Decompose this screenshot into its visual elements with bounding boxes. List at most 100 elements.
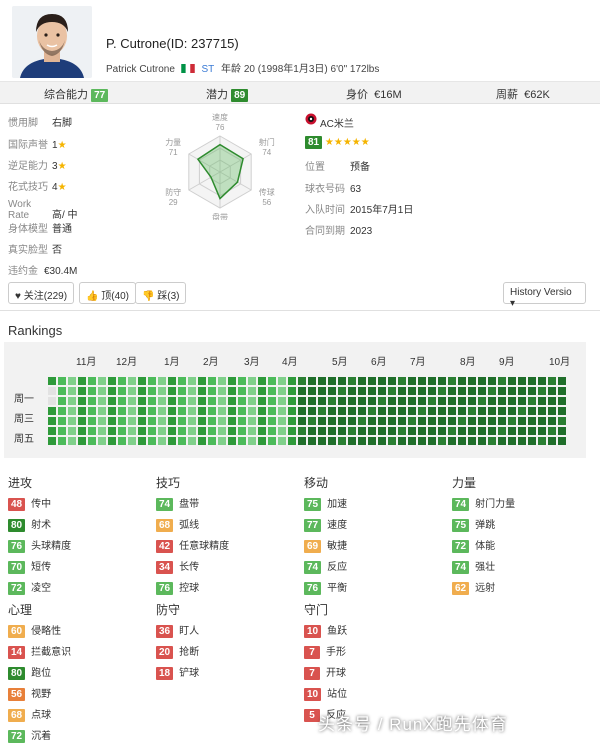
heatmap-cell [338,427,346,435]
heatmap-cell [368,387,376,395]
heatmap-cell [278,387,286,395]
heatmap-cell [558,437,566,445]
heatmap-cell [308,437,316,445]
heatmap-cell [328,387,336,395]
heatmap-cell [528,417,536,425]
heatmap-cell [498,387,506,395]
info-key: 球衣号码 [305,184,345,195]
history-version-select[interactable]: History Versio ▾ [503,282,586,309]
heatmap-cell [98,427,106,435]
attribute-value-badge: 76 [8,540,26,553]
follow-button[interactable]: ♥ 关注(229) [8,282,75,304]
info-key: 真实脸型 [8,245,48,256]
heatmap-cell [548,387,556,395]
attribute-row: 14 拦截意识 [8,643,71,659]
attribute-row: 76 平衡 [304,579,347,595]
heatmap-cell [368,377,376,385]
heatmap-cell [88,397,96,405]
heatmap-cell [98,407,106,415]
info-release-clause: 违约金 €30.4M [8,262,77,277]
heatmap-cell [138,397,146,405]
heatmap-cell [418,397,426,405]
heatmap-cell [148,377,156,385]
heatmap-cell [178,407,186,415]
attribute-value-badge: 10 [304,625,322,638]
attribute-value-badge: 69 [304,540,322,553]
watermark: 头条号 / RunX跑先体育 [318,715,508,734]
heatmap-cell [78,397,86,405]
player-age-line: 年龄 20 (1998年1月3日) 6'0" 172lbs [221,64,380,75]
attribute-name: 速度 [327,520,348,531]
heatmap-cell [378,377,386,385]
potential-label: 潜力 [206,89,228,101]
club-name[interactable]: AC米兰 [320,115,354,130]
heatmap-cell [118,417,126,425]
italy-flag-icon [180,64,195,73]
heatmap-cell [78,407,86,415]
attribute-name: 射门力量 [475,499,516,510]
dislike-label: 踩(3) [157,291,180,302]
dislike-button[interactable]: 👎 踩(3) [135,282,187,304]
player-name: P. Cutrone(ID: 237715) [106,36,239,51]
heatmap-cell [128,427,136,435]
attribute-row: 48 传中 [8,495,51,511]
heatmap-cell [148,417,156,425]
heatmap-cell [518,397,526,405]
attribute-value-badge: 77 [304,519,322,532]
info-value: €30.4M [44,266,78,277]
heatmap-cell [538,387,546,395]
heatmap-cell [48,387,56,395]
heatmap-cell [158,387,166,395]
heatmap-cell [168,407,176,415]
wage: 周薪 €62K [496,86,550,102]
heatmap-cell [278,407,286,415]
attribute-row: 60 侵略性 [8,622,61,638]
attribute-value-badge: 20 [156,646,174,659]
heatmap-cell [158,397,166,405]
heatmap-cell [378,387,386,395]
heatmap-cell [238,427,246,435]
heatmap-cell [188,387,196,395]
attribute-name: 鱼跃 [327,626,348,637]
attribute-value-badge: 10 [304,688,322,701]
heatmap-cell [68,397,76,405]
month-label: 3月 [244,357,260,368]
heatmap-cell [158,417,166,425]
heatmap-cell [108,377,116,385]
player-header: P. Cutrone(ID: 237715) Patrick Cutrone S… [0,0,600,82]
heatmap-cell [508,407,516,415]
heatmap-cell [348,437,356,445]
heatmap-cell [238,397,246,405]
attribute-radar-chart: 速度76射门74传球56盘带74防守29力量71 [165,112,275,220]
heatmap-cell [358,407,366,415]
heatmap-cell [298,377,306,385]
heatmap-cell [288,437,296,445]
heatmap-cell [318,417,326,425]
heatmap-cell [448,407,456,415]
heatmap-cell [358,417,366,425]
heatmap-cell [228,417,236,425]
like-button[interactable]: 👍 顶(40) [79,282,137,304]
heatmap-cell [458,387,466,395]
heatmap-cell [268,387,276,395]
heatmap-cell [448,417,456,425]
attribute-value-badge: 42 [156,540,174,553]
attribute-row: 10 站位 [304,685,347,701]
heatmap-cell [458,397,466,405]
club-contract: 合同到期 2023 [305,222,372,237]
player-position[interactable]: ST [201,64,214,75]
heatmap-cell [328,417,336,425]
heatmap-cell [558,407,566,415]
attribute-row: 74 反应 [304,558,347,574]
heatmap-cell [48,437,56,445]
heatmap-cell [398,387,406,395]
attribute-row: 74 射门力量 [452,495,516,511]
info-key: 违约金 [8,266,38,277]
heatmap-cell [298,397,306,405]
heatmap-cell [198,397,206,405]
heatmap-cell [278,437,286,445]
attribute-row: 62 远射 [452,579,495,595]
heatmap-cell [488,437,496,445]
heatmap-cell [388,437,396,445]
attribute-row: 74 盘带 [156,495,199,511]
